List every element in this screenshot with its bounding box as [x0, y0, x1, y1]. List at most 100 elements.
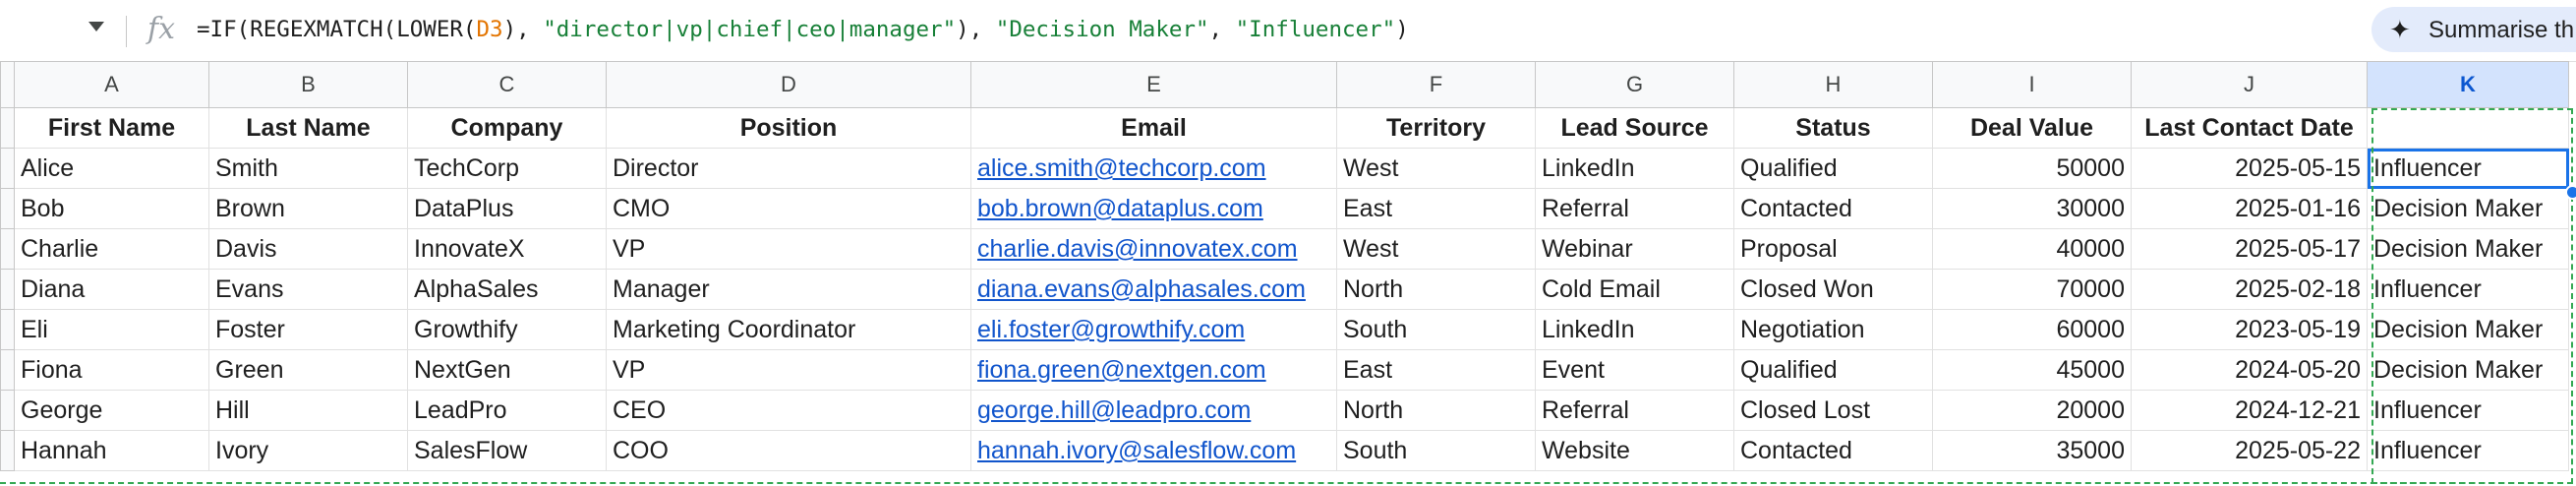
- table-cell[interactable]: Smith: [208, 148, 408, 189]
- summarise-button[interactable]: ✦ Summarise th: [2371, 7, 2576, 52]
- header-cell[interactable]: Position: [606, 107, 971, 149]
- table-cell[interactable]: Influencer: [2367, 390, 2569, 431]
- table-cell[interactable]: TechCorp: [407, 148, 607, 189]
- row-header[interactable]: [0, 228, 15, 270]
- table-cell[interactable]: Fiona: [14, 349, 209, 391]
- table-cell[interactable]: Cold Email: [1535, 269, 1734, 310]
- table-cell[interactable]: InnovateX: [407, 228, 607, 270]
- table-cell[interactable]: Ivory: [208, 430, 408, 471]
- email-link-cell[interactable]: charlie.davis@innovatex.com: [970, 228, 1337, 270]
- table-cell[interactable]: George: [14, 390, 209, 431]
- header-cell[interactable]: Lead Source: [1535, 107, 1734, 149]
- table-cell[interactable]: 20000: [1932, 390, 2132, 431]
- table-cell[interactable]: DataPlus: [407, 188, 607, 229]
- table-cell[interactable]: Hill: [208, 390, 408, 431]
- row-header[interactable]: [0, 349, 15, 391]
- table-cell[interactable]: LinkedIn: [1535, 309, 1734, 350]
- table-cell[interactable]: Marketing Coordinator: [606, 309, 971, 350]
- table-cell[interactable]: West: [1336, 228, 1536, 270]
- email-link-cell[interactable]: hannah.ivory@salesflow.com: [970, 430, 1337, 471]
- table-cell[interactable]: Website: [1535, 430, 1734, 471]
- table-cell[interactable]: 2025-05-22: [2131, 430, 2368, 471]
- formula-input[interactable]: =IF(REGEXMATCH(LOWER(D3), "director|vp|c…: [197, 17, 1409, 42]
- table-cell[interactable]: East: [1336, 188, 1536, 229]
- table-cell[interactable]: Influencer: [2367, 148, 2569, 189]
- table-cell[interactable]: South: [1336, 309, 1536, 350]
- column-header-b[interactable]: B: [208, 61, 408, 108]
- table-cell[interactable]: Qualified: [1733, 349, 1933, 391]
- table-cell[interactable]: Eli: [14, 309, 209, 350]
- table-cell[interactable]: Event: [1535, 349, 1734, 391]
- table-cell[interactable]: Proposal: [1733, 228, 1933, 270]
- table-cell[interactable]: Evans: [208, 269, 408, 310]
- email-link-cell[interactable]: alice.smith@techcorp.com: [970, 148, 1337, 189]
- column-header-g[interactable]: G: [1535, 61, 1734, 108]
- header-cell[interactable]: [2367, 107, 2569, 149]
- table-cell[interactable]: Closed Won: [1733, 269, 1933, 310]
- table-cell[interactable]: 2024-05-20: [2131, 349, 2368, 391]
- table-cell[interactable]: Manager: [606, 269, 971, 310]
- table-cell[interactable]: Webinar: [1535, 228, 1734, 270]
- table-cell[interactable]: Foster: [208, 309, 408, 350]
- table-cell[interactable]: 2024-12-21: [2131, 390, 2368, 431]
- column-header-a[interactable]: A: [14, 61, 209, 108]
- table-cell[interactable]: Contacted: [1733, 430, 1933, 471]
- table-cell[interactable]: Negotiation: [1733, 309, 1933, 350]
- table-cell[interactable]: CMO: [606, 188, 971, 229]
- table-cell[interactable]: COO: [606, 430, 971, 471]
- header-cell[interactable]: First Name: [14, 107, 209, 149]
- column-header-f[interactable]: F: [1336, 61, 1536, 108]
- column-header-k[interactable]: K: [2367, 61, 2569, 108]
- table-cell[interactable]: 2025-05-17: [2131, 228, 2368, 270]
- table-cell[interactable]: CEO: [606, 390, 971, 431]
- column-header-j[interactable]: J: [2131, 61, 2368, 108]
- table-cell[interactable]: VP: [606, 228, 971, 270]
- table-cell[interactable]: LeadPro: [407, 390, 607, 431]
- table-cell[interactable]: NextGen: [407, 349, 607, 391]
- table-cell[interactable]: Qualified: [1733, 148, 1933, 189]
- table-cell[interactable]: Brown: [208, 188, 408, 229]
- table-cell[interactable]: 2025-05-15: [2131, 148, 2368, 189]
- table-cell[interactable]: Referral: [1535, 390, 1734, 431]
- table-cell[interactable]: 45000: [1932, 349, 2132, 391]
- table-cell[interactable]: LinkedIn: [1535, 148, 1734, 189]
- fill-handle[interactable]: [2565, 185, 2576, 200]
- table-cell[interactable]: SalesFlow: [407, 430, 607, 471]
- table-cell[interactable]: Referral: [1535, 188, 1734, 229]
- table-cell[interactable]: AlphaSales: [407, 269, 607, 310]
- table-cell[interactable]: 2025-01-16: [2131, 188, 2368, 229]
- table-cell[interactable]: Decision Maker: [2367, 309, 2569, 350]
- table-cell[interactable]: Director: [606, 148, 971, 189]
- name-box-dropdown-icon[interactable]: [88, 22, 104, 31]
- row-header[interactable]: [0, 390, 15, 431]
- table-cell[interactable]: 2023-05-19: [2131, 309, 2368, 350]
- table-cell[interactable]: 50000: [1932, 148, 2132, 189]
- table-cell[interactable]: 40000: [1932, 228, 2132, 270]
- header-cell[interactable]: Email: [970, 107, 1337, 149]
- table-cell[interactable]: 70000: [1932, 269, 2132, 310]
- email-link-cell[interactable]: fiona.green@nextgen.com: [970, 349, 1337, 391]
- table-cell[interactable]: Bob: [14, 188, 209, 229]
- header-cell[interactable]: Deal Value: [1932, 107, 2132, 149]
- email-link-cell[interactable]: diana.evans@alphasales.com: [970, 269, 1337, 310]
- row-header[interactable]: [0, 309, 15, 350]
- table-cell[interactable]: 35000: [1932, 430, 2132, 471]
- table-cell[interactable]: Alice: [14, 148, 209, 189]
- table-cell[interactable]: Decision Maker: [2367, 228, 2569, 270]
- header-cell[interactable]: Territory: [1336, 107, 1536, 149]
- column-header-e[interactable]: E: [970, 61, 1337, 108]
- email-link-cell[interactable]: eli.foster@growthify.com: [970, 309, 1337, 350]
- table-cell[interactable]: Decision Maker: [2367, 188, 2569, 229]
- header-cell[interactable]: Last Contact Date: [2131, 107, 2368, 149]
- email-link-cell[interactable]: bob.brown@dataplus.com: [970, 188, 1337, 229]
- table-cell[interactable]: Diana: [14, 269, 209, 310]
- row-header[interactable]: [0, 430, 15, 471]
- row-header[interactable]: [0, 188, 15, 229]
- table-cell[interactable]: North: [1336, 390, 1536, 431]
- table-cell[interactable]: Charlie: [14, 228, 209, 270]
- table-cell[interactable]: 60000: [1932, 309, 2132, 350]
- column-header-i[interactable]: I: [1932, 61, 2132, 108]
- row-header[interactable]: [0, 269, 15, 310]
- table-cell[interactable]: Hannah: [14, 430, 209, 471]
- table-cell[interactable]: 30000: [1932, 188, 2132, 229]
